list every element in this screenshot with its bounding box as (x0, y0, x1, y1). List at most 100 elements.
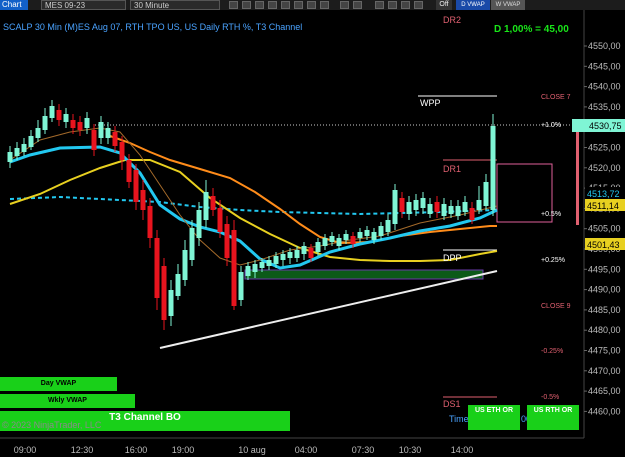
interval-selector[interactable]: 30 Minute (130, 0, 220, 10)
candle-up (245, 266, 251, 276)
tool-c-icon[interactable] (401, 1, 410, 9)
trade-icon[interactable] (340, 1, 349, 9)
x-tick-label: 09:00 (14, 445, 37, 455)
plus-05pct-label: +0.5% (541, 211, 561, 218)
candle-down (154, 238, 160, 298)
volume-ticks (576, 125, 579, 225)
candle-up (364, 230, 370, 236)
candle-down (77, 122, 83, 130)
close-7-label: CLOSE 7 (541, 94, 571, 101)
y-tick-label: 4495,00 (588, 264, 621, 274)
candle-up (490, 126, 496, 210)
candle-up (441, 204, 447, 216)
y-tick-label: 4505,00 (588, 224, 621, 234)
candle-up (427, 204, 433, 214)
candle-down (147, 206, 153, 238)
candle-down (350, 236, 356, 244)
chart-trader-icon[interactable] (353, 1, 362, 9)
candle-up (259, 262, 265, 268)
candle-down (140, 190, 146, 210)
candle-up (238, 272, 244, 300)
x-tick-label: 10:30 (399, 445, 422, 455)
price-tag-2: 4513,72 (585, 187, 625, 199)
candle-up (455, 206, 461, 216)
w-vwap-toggle[interactable]: W VWAP (491, 0, 525, 10)
candle-down (210, 196, 216, 210)
instrument-selector[interactable]: MES 09-23 (41, 0, 126, 10)
candle-up (49, 106, 55, 118)
x-tick-label: 16:00 (125, 445, 148, 455)
candle-up (329, 236, 335, 242)
svg-text:4511,14: 4511,14 (587, 201, 619, 211)
day-vwap-button[interactable]: Day VWAP (0, 377, 117, 391)
indicators-icon[interactable] (281, 1, 290, 9)
off-toggle[interactable]: Off (436, 0, 452, 10)
y-tick-label: 4460,00 (588, 406, 621, 416)
templates-icon[interactable] (307, 1, 316, 9)
x-tick-label: 19:00 (172, 445, 195, 455)
zoom-in-icon[interactable] (229, 1, 238, 9)
candle-up (98, 122, 104, 138)
strategies-icon[interactable] (294, 1, 303, 9)
close-9-label: CLOSE 9 (541, 303, 571, 310)
candle-up (322, 238, 328, 246)
draw-tool-icon[interactable] (268, 1, 277, 9)
chart-tab[interactable]: Chart (0, 0, 28, 10)
tool-a-icon[interactable] (375, 1, 384, 9)
candle-up (413, 200, 419, 210)
candle-up (448, 206, 454, 214)
crosshair-icon[interactable] (255, 1, 264, 9)
tool-d-icon[interactable] (414, 1, 423, 9)
y-tick-label: 4545,00 (588, 61, 621, 71)
candle-up (294, 250, 300, 258)
daily-pct-readout: D 1,00% = 45,00 (494, 24, 569, 35)
us-eth-or-button[interactable]: US ETH OR (468, 405, 520, 430)
candle-up (392, 190, 398, 224)
d-vwap-toggle[interactable]: D VWAP (456, 0, 490, 10)
candle-down (112, 132, 118, 146)
candle-up (371, 232, 377, 240)
candle-up (21, 144, 27, 152)
candle-up (28, 136, 34, 147)
last-price-tag: 4530,75 (572, 119, 625, 132)
candle-up (301, 246, 307, 254)
x-tick-label: 04:00 (295, 445, 318, 455)
dpp-label: DPP (443, 253, 462, 263)
dr1-label: DR1 (443, 164, 461, 174)
candle-up (385, 220, 391, 232)
candle-down (217, 208, 223, 232)
plus-025pct-label: +0.25% (541, 257, 565, 264)
x-tick-label: 12:30 (71, 445, 94, 455)
weekly-vwap-button[interactable]: Wkly VWAP (0, 394, 135, 408)
y-tick-label: 4525,00 (588, 143, 621, 153)
x-tick-label: 07:30 (352, 445, 375, 455)
minus-025pct-label: -0.25% (541, 348, 563, 355)
candle-up (462, 202, 468, 212)
dr2-label: DR2 (443, 15, 461, 25)
candle-up (182, 250, 188, 280)
y-tick-label: 4490,00 (588, 285, 621, 295)
candle-up (63, 114, 69, 122)
y-tick-label: 4540,00 (588, 82, 621, 92)
minus-05pct-label: -0.5% (541, 394, 559, 401)
copyright-text: © 2023 NinjaTrader, LLC (2, 420, 102, 430)
candle-up (7, 152, 13, 162)
x-tick-label: 14:00 (451, 445, 474, 455)
candle-up (343, 234, 349, 240)
tool-b-icon[interactable] (388, 1, 397, 9)
svg-text:4530,75: 4530,75 (589, 121, 622, 131)
y-tick-label: 4535,00 (588, 102, 621, 112)
ds1-label: DS1 (443, 399, 461, 409)
candle-up (84, 118, 90, 128)
candle-up (273, 256, 279, 264)
candle-up (420, 198, 426, 208)
candle-up (266, 260, 272, 266)
properties-icon[interactable] (320, 1, 329, 9)
candle-up (196, 210, 202, 238)
zoom-out-icon[interactable] (242, 1, 251, 9)
candle-up (483, 182, 489, 206)
candle-up (203, 192, 209, 220)
price-tag-4: 4501,43 (585, 238, 625, 250)
candle-down (119, 142, 125, 160)
us-rth-or-button[interactable]: US RTH OR (527, 405, 579, 430)
